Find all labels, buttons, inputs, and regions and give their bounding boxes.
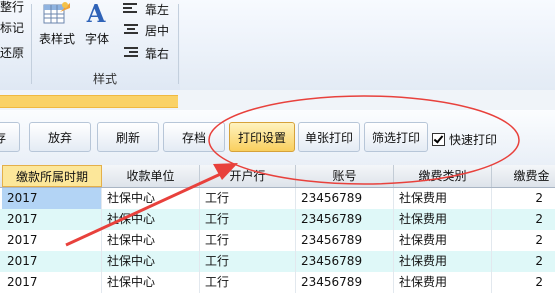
- align-left-icon: [123, 3, 137, 13]
- ribbon: 整行 标记 还原 表样式 A 字体 靠左 居中 靠右 样式: [0, 0, 555, 91]
- font-label: 字体: [84, 32, 109, 46]
- quick-print-label: 快速打印: [449, 133, 498, 147]
- ribbon-empty-area: [180, 0, 555, 90]
- cell-period[interactable]: 2017: [2, 251, 102, 272]
- align-right-button[interactable]: 靠右: [123, 44, 183, 62]
- cell-payee[interactable]: 社保中心: [102, 272, 200, 293]
- cell-payee[interactable]: 社保中心: [102, 230, 200, 251]
- cell-payee[interactable]: 社保中心: [102, 209, 200, 230]
- single-print-button[interactable]: 单张打印: [298, 122, 360, 152]
- table-style-icon: [43, 2, 70, 24]
- progress-bar: [0, 95, 178, 108]
- cell-period[interactable]: 2017: [2, 188, 102, 209]
- cell-payee[interactable]: 社保中心: [102, 188, 200, 209]
- font-button[interactable]: A 字体: [79, 0, 115, 60]
- data-table: 缴款所属时期 收款单位 开户行 账号 缴费类别 缴费金 2017 社保中心 工行 23…: [0, 165, 555, 293]
- cell-fee-type[interactable]: 社保费用: [394, 272, 492, 293]
- cell-period[interactable]: 2017: [2, 209, 102, 230]
- cell-account[interactable]: 23456789: [296, 251, 394, 272]
- align-right-icon: [124, 47, 138, 57]
- cell-amount[interactable]: 2: [492, 272, 555, 293]
- cell-bank[interactable]: 工行: [200, 230, 296, 251]
- refresh-button[interactable]: 刷新: [97, 122, 159, 152]
- style-group-label: 样式: [93, 72, 118, 86]
- cell-amount[interactable]: 2: [492, 209, 555, 230]
- column-header-bank[interactable]: 开户行: [200, 165, 296, 187]
- table-style-button[interactable]: 表样式: [36, 0, 78, 60]
- cell-amount[interactable]: 2: [492, 251, 555, 272]
- column-header-fee-type[interactable]: 缴费类别: [394, 165, 492, 187]
- align-center-label: 居中: [145, 24, 170, 38]
- table-row[interactable]: 2017 社保中心 工行 23456789 社保费用 2: [0, 188, 555, 209]
- filter-print-button[interactable]: 筛选打印: [364, 122, 428, 152]
- cell-amount[interactable]: 2: [492, 230, 555, 251]
- cell-period[interactable]: 2017: [2, 230, 102, 251]
- column-header-account[interactable]: 账号: [296, 165, 394, 187]
- column-header-amount[interactable]: 缴费金: [492, 165, 555, 187]
- table-row[interactable]: 2017 社保中心 工行 23456789 社保费用 2: [0, 272, 555, 293]
- table-row[interactable]: 2017 社保中心 工行 23456789 社保费用 2: [0, 251, 555, 272]
- discard-button[interactable]: 放弃: [29, 122, 91, 152]
- align-right-label: 靠右: [145, 47, 170, 61]
- cell-fee-type[interactable]: 社保费用: [394, 209, 492, 230]
- ribbon-item-restore[interactable]: 还原: [0, 46, 24, 60]
- cell-fee-type[interactable]: 社保费用: [394, 251, 492, 272]
- cell-bank[interactable]: 工行: [200, 251, 296, 272]
- cell-amount[interactable]: 2: [492, 188, 555, 209]
- save-button[interactable]: 存: [0, 122, 20, 152]
- table-row[interactable]: 2017 社保中心 工行 23456789 社保费用 2: [0, 230, 555, 251]
- ribbon-item-mark[interactable]: 标记: [0, 21, 24, 35]
- table-style-label: 表样式: [38, 32, 75, 46]
- align-left-label: 靠左: [145, 3, 170, 17]
- align-center-button[interactable]: 居中: [123, 21, 183, 39]
- cell-bank[interactable]: 工行: [200, 188, 296, 209]
- archive-button[interactable]: 存档: [163, 122, 225, 152]
- cell-fee-type[interactable]: 社保费用: [394, 188, 492, 209]
- table-row[interactable]: 2017 社保中心 工行 23456789 社保费用 2: [0, 209, 555, 230]
- table-header: 缴款所属时期 收款单位 开户行 账号 缴费类别 缴费金: [0, 165, 555, 188]
- cell-account[interactable]: 23456789: [296, 230, 394, 251]
- print-settings-button[interactable]: 打印设置: [229, 122, 295, 152]
- column-header-period[interactable]: 缴款所属时期: [2, 165, 102, 187]
- cell-fee-type[interactable]: 社保费用: [394, 230, 492, 251]
- cell-payee[interactable]: 社保中心: [102, 251, 200, 272]
- ribbon-divider: [31, 4, 32, 84]
- cell-bank[interactable]: 工行: [200, 272, 296, 293]
- ribbon-item-row[interactable]: 整行: [0, 0, 24, 14]
- font-icon: A: [86, 0, 106, 28]
- checkbox-checked-icon[interactable]: [432, 133, 445, 146]
- cell-bank[interactable]: 工行: [200, 209, 296, 230]
- cell-period[interactable]: 2017: [2, 272, 102, 293]
- cell-account[interactable]: 23456789: [296, 272, 394, 293]
- align-left-button[interactable]: 靠左: [123, 0, 183, 18]
- cell-account[interactable]: 23456789: [296, 209, 394, 230]
- ribbon-divider: [178, 4, 179, 84]
- align-center-icon: [124, 24, 138, 34]
- cell-account[interactable]: 23456789: [296, 188, 394, 209]
- column-header-payee[interactable]: 收款单位: [102, 165, 200, 187]
